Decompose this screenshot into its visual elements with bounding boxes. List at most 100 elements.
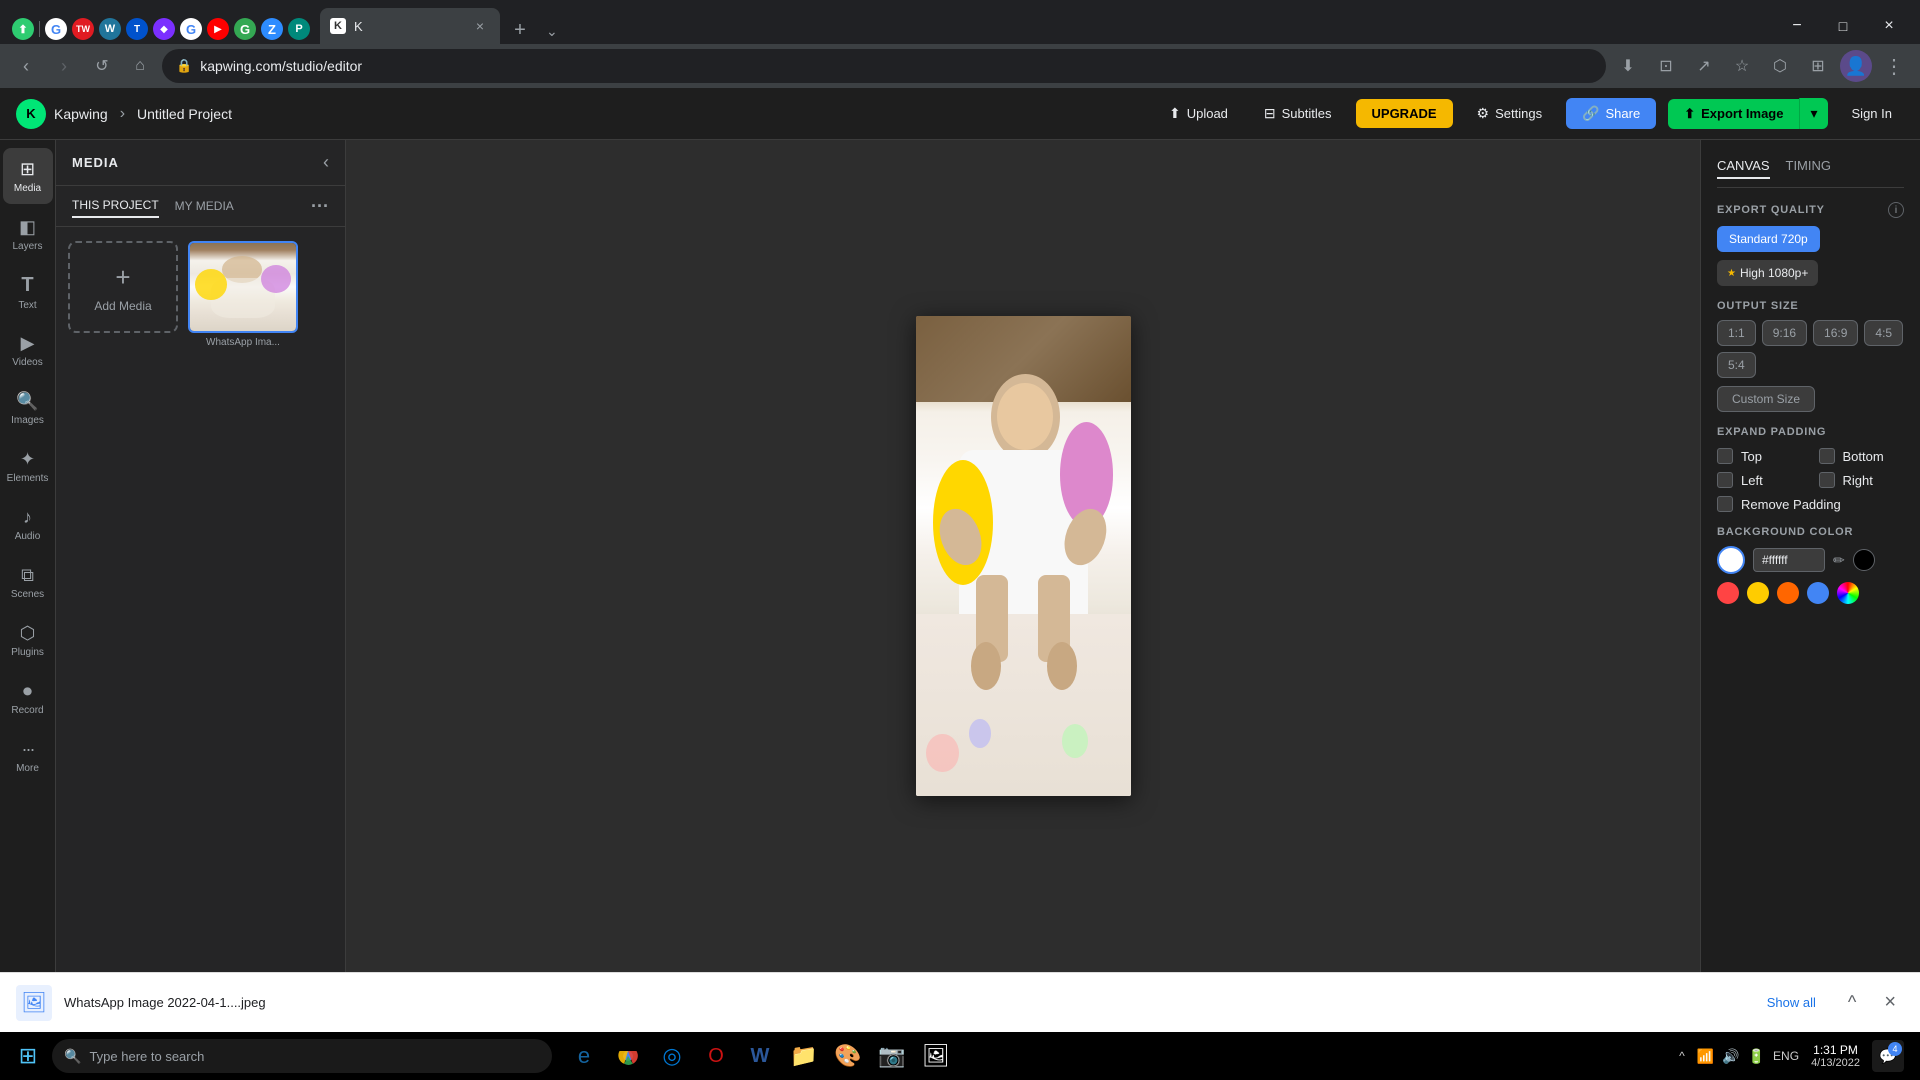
sidebar-item-images[interactable]: 🔍 Images xyxy=(3,380,53,436)
active-tab[interactable]: K K × xyxy=(320,8,500,44)
color-swatch-blue[interactable] xyxy=(1807,582,1829,604)
project-name[interactable]: Untitled Project xyxy=(137,106,232,122)
taskbar-word-icon[interactable]: W xyxy=(740,1036,780,1076)
quality-high-button[interactable]: ★ High 1080p+ xyxy=(1717,260,1818,286)
tab-timing[interactable]: TIMING xyxy=(1786,154,1832,179)
color-swatch-yellow[interactable] xyxy=(1747,582,1769,604)
remove-padding-option[interactable]: Remove Padding xyxy=(1717,496,1904,512)
tray-clock[interactable]: 1:31 PM 4/13/2022 xyxy=(1807,1043,1864,1069)
download-icon[interactable]: ⬇ xyxy=(1612,50,1644,82)
export-quality-info-icon[interactable]: i xyxy=(1888,202,1904,218)
google-favicon-1[interactable]: G xyxy=(45,18,67,40)
profile-avatar[interactable]: 👤 xyxy=(1840,50,1872,82)
tab-my-media[interactable]: MY MEDIA xyxy=(175,195,234,217)
bookmark-icon[interactable]: ☆ xyxy=(1726,50,1758,82)
extensions-icon[interactable]: ⬡ xyxy=(1764,50,1796,82)
color-swatch-black[interactable] xyxy=(1853,549,1875,571)
share-button[interactable]: 🔗 Share xyxy=(1566,98,1656,129)
canvas-image[interactable] xyxy=(916,316,1131,796)
padding-top-option[interactable]: Top xyxy=(1717,448,1803,464)
sidebar-item-plugins[interactable]: ⬡ Plugins xyxy=(3,612,53,668)
tab-overflow-button[interactable]: ⌄ xyxy=(540,19,564,44)
google-favicon-2[interactable]: G xyxy=(180,18,202,40)
back-button[interactable]: ‹ xyxy=(10,50,42,82)
size-1-1-button[interactable]: 1:1 xyxy=(1717,320,1756,346)
padding-left-option[interactable]: Left xyxy=(1717,472,1803,488)
youtube-favicon-1[interactable]: ▶ xyxy=(207,18,229,40)
whatsapp-media-thumb[interactable]: WhatsApp Ima... xyxy=(188,241,298,348)
kapwing-logo[interactable]: K Kapwing xyxy=(16,99,108,129)
taskbar-opera-icon[interactable]: O xyxy=(696,1036,736,1076)
padding-right-checkbox[interactable] xyxy=(1819,472,1835,488)
upload-button[interactable]: ⬆ Upload xyxy=(1157,99,1240,128)
taskbar-camera-icon[interactable]: 📷 xyxy=(872,1036,912,1076)
start-button[interactable]: ⊞ xyxy=(8,1036,48,1076)
quality-standard-button[interactable]: Standard 720p xyxy=(1717,226,1820,252)
remove-padding-checkbox[interactable] xyxy=(1717,496,1733,512)
upwork-favicon[interactable]: ⬆ xyxy=(12,18,34,40)
padding-bottom-checkbox[interactable] xyxy=(1819,448,1835,464)
size-9-16-button[interactable]: 9:16 xyxy=(1762,320,1807,346)
padding-right-option[interactable]: Right xyxy=(1819,472,1905,488)
taskbar-chrome-icon[interactable] xyxy=(608,1036,648,1076)
taskbar-files-icon[interactable]: 📁 xyxy=(784,1036,824,1076)
notification-button[interactable]: 💬 4 xyxy=(1872,1040,1904,1072)
tray-volume-icon[interactable]: 🔊 xyxy=(1722,1048,1739,1065)
size-4-5-button[interactable]: 4:5 xyxy=(1864,320,1903,346)
sidebar-item-media[interactable]: ⊞ Media xyxy=(3,148,53,204)
tray-chevron[interactable]: ^ xyxy=(1675,1045,1689,1067)
color-swatch-gradient[interactable] xyxy=(1837,582,1859,604)
upgrade-button[interactable]: UPGRADE xyxy=(1356,99,1453,128)
sidebar-item-more[interactable]: ··· More xyxy=(3,728,53,784)
export-main-button[interactable]: ⬆ Export Image xyxy=(1668,99,1799,129)
reload-button[interactable]: ↺ xyxy=(86,50,118,82)
close-window-button[interactable]: × xyxy=(1866,8,1912,44)
padding-bottom-option[interactable]: Bottom xyxy=(1819,448,1905,464)
new-tab-button[interactable]: + xyxy=(506,16,534,44)
collapse-bar-button[interactable]: ^ xyxy=(1840,988,1864,1017)
taskbar-photos-icon[interactable]: 🖼 xyxy=(916,1036,956,1076)
maximize-button[interactable]: □ xyxy=(1820,8,1866,44)
pencil-edit-icon[interactable]: ✏ xyxy=(1833,552,1845,569)
tab-this-project[interactable]: THIS PROJECT xyxy=(72,194,159,218)
taskbar-search-bar[interactable]: 🔍 Type here to search xyxy=(52,1039,552,1073)
profile-split-icon[interactable]: ⊞ xyxy=(1802,50,1834,82)
sign-in-button[interactable]: Sign In xyxy=(1840,100,1904,127)
pcloud-favicon[interactable]: P xyxy=(288,18,310,40)
settings-button[interactable]: ⚙ Settings xyxy=(1465,99,1555,128)
subtitles-button[interactable]: ⊟ Subtitles xyxy=(1252,99,1344,128)
taskbar-ie-icon[interactable]: e xyxy=(564,1036,604,1076)
sidebar-item-layers[interactable]: ◧ Layers xyxy=(3,206,53,262)
home-button[interactable]: ⌂ xyxy=(124,50,156,82)
sidebar-item-scenes[interactable]: ⧉ Scenes xyxy=(3,554,53,610)
taskbar-edge-icon[interactable]: ◎ xyxy=(652,1036,692,1076)
color-hex-input[interactable] xyxy=(1753,548,1825,572)
show-all-button[interactable]: Show all xyxy=(1755,989,1828,1016)
padding-top-checkbox[interactable] xyxy=(1717,448,1733,464)
figma-favicon[interactable]: ◆ xyxy=(153,18,175,40)
browser-menu-button[interactable]: ⋮ xyxy=(1878,50,1910,83)
sidebar-item-elements[interactable]: ✦ Elements xyxy=(3,438,53,494)
media-panel-more-button[interactable]: ··· xyxy=(311,196,329,217)
size-16-9-button[interactable]: 16:9 xyxy=(1813,320,1858,346)
sidebar-item-audio[interactable]: ♪ Audio xyxy=(3,496,53,552)
wordpress-favicon[interactable]: W xyxy=(99,18,121,40)
address-bar[interactable]: 🔒 kapwing.com/studio/editor xyxy=(162,49,1606,83)
forward-button[interactable]: › xyxy=(48,50,80,82)
add-media-button[interactable]: + Add Media xyxy=(68,241,178,333)
toggl-favicon[interactable]: TW xyxy=(72,18,94,40)
color-swatch-orange[interactable] xyxy=(1777,582,1799,604)
cast-icon[interactable]: ⊡ xyxy=(1650,50,1682,82)
media-panel-collapse[interactable]: ‹ xyxy=(323,152,329,173)
tab-canvas[interactable]: CANVAS xyxy=(1717,154,1770,179)
tray-network-icon[interactable]: 📶 xyxy=(1697,1048,1714,1065)
zoom-favicon[interactable]: Z xyxy=(261,18,283,40)
taskbar-paint-icon[interactable]: 🎨 xyxy=(828,1036,868,1076)
export-dropdown-button[interactable]: ▾ xyxy=(1799,98,1827,129)
tray-battery-icon[interactable]: 🔋 xyxy=(1748,1048,1765,1065)
custom-size-button[interactable]: Custom Size xyxy=(1717,386,1815,412)
color-swatch-red[interactable] xyxy=(1717,582,1739,604)
minimize-button[interactable]: − xyxy=(1774,8,1820,44)
close-bar-button[interactable]: × xyxy=(1876,987,1904,1018)
active-color-swatch[interactable] xyxy=(1717,546,1745,574)
